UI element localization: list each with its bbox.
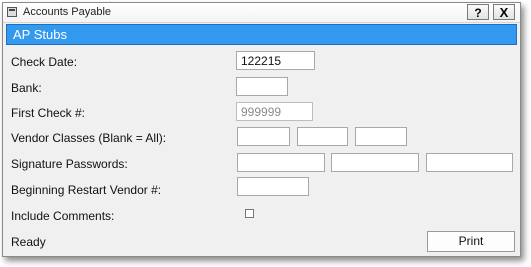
vendor-class-input-2[interactable] <box>297 127 348 146</box>
section-title: AP Stubs <box>13 27 67 42</box>
help-button[interactable]: ? <box>467 4 489 20</box>
status-text: Ready <box>11 235 46 249</box>
restart-vendor-label: Beginning Restart Vendor #: <box>11 183 162 197</box>
title-bar: Accounts Payable ? X <box>3 3 520 23</box>
check-date-input[interactable] <box>236 51 315 70</box>
section-header: AP Stubs <box>6 24 517 45</box>
include-comments-label: Include Comments: <box>11 209 115 223</box>
signature-password-input-2[interactable] <box>331 153 419 172</box>
signature-password-input-3[interactable] <box>426 153 513 172</box>
bank-label: Bank: <box>11 81 42 95</box>
window-title: Accounts Payable <box>23 6 112 18</box>
app-window-icon <box>7 7 17 17</box>
vendor-classes-label: Vendor Classes (Blank = All): <box>11 131 167 145</box>
check-date-label: Check Date: <box>11 55 78 69</box>
signature-password-input-1[interactable] <box>237 153 325 172</box>
vendor-class-input-1[interactable] <box>237 127 290 146</box>
include-comments-checkbox[interactable] <box>245 209 254 218</box>
vendor-class-input-3[interactable] <box>355 127 407 146</box>
accounts-payable-window: Accounts Payable ? X AP Stubs Check Date… <box>2 2 521 257</box>
close-button[interactable]: X <box>493 4 515 20</box>
bank-input[interactable] <box>236 77 288 96</box>
signature-passwords-label: Signature Passwords: <box>11 157 128 171</box>
restart-vendor-input[interactable] <box>237 177 309 196</box>
first-check-input[interactable] <box>236 102 313 121</box>
first-check-label: First Check #: <box>11 106 86 120</box>
print-button[interactable]: Print <box>427 231 515 252</box>
